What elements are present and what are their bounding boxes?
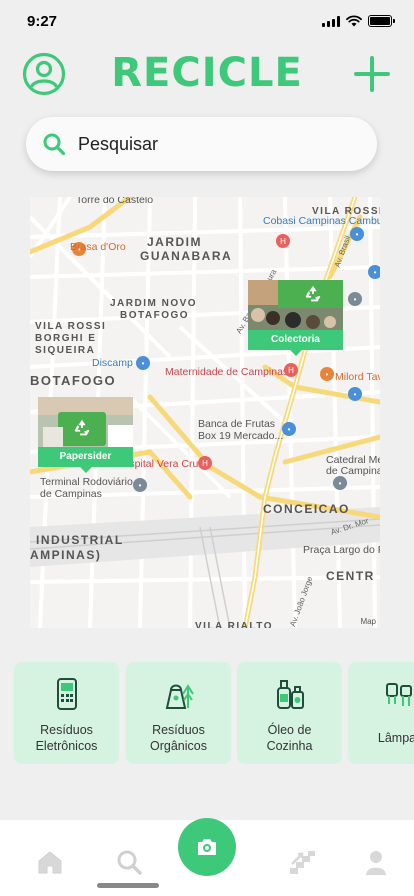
recycle-icon <box>74 419 90 436</box>
category-label: Resíduos Eletrônicos <box>35 723 98 753</box>
battery-icon <box>368 15 395 27</box>
status-time: 9:27 <box>27 13 58 30</box>
category-card-lamp[interactable]: Lâmpad <box>348 662 414 764</box>
marker-tail <box>79 467 92 473</box>
place-pin-icon[interactable]: • <box>348 292 362 306</box>
map-poi-banca: Banca de Frutas <box>198 418 276 430</box>
category-card-oil[interactable]: Óleo de Cozinha <box>237 662 342 764</box>
recycle-icon <box>305 285 321 302</box>
map-marker-papersider[interactable]: Papersider <box>38 397 133 473</box>
search-input[interactable] <box>78 133 338 155</box>
marker-tail <box>289 350 302 356</box>
stairs-icon[interactable] <box>288 848 316 876</box>
plus-icon[interactable] <box>354 56 390 92</box>
map-label: BOTAFOGO <box>30 373 117 388</box>
category-label: Resíduos Orgânicos <box>150 723 207 753</box>
map-attribution: Map <box>360 617 376 626</box>
map-poi-torre: Torre do Castelo <box>76 197 154 206</box>
map-poi-maternidade: Maternidade de Campinas <box>165 366 289 378</box>
hospital-pin-icon[interactable]: H <box>276 234 290 248</box>
hospital-pin-icon[interactable]: H <box>198 456 212 470</box>
map-label: JARDIM <box>147 235 203 249</box>
map-poi-cobasi: Cobasi Campinas Cambuí <box>263 215 380 227</box>
app-title: RECICLE <box>111 50 303 96</box>
camera-icon <box>198 839 216 855</box>
map-poi-discamp: Discamp <box>92 357 133 369</box>
category-row[interactable]: Resíduos Eletrônicos Resíduos Orgânicos Ól… <box>14 662 414 766</box>
organic-icon <box>165 684 194 709</box>
shop-pin-icon[interactable]: • <box>282 422 296 436</box>
shop-pin-icon[interactable]: • <box>368 265 380 279</box>
map-label: CONCEICAO <box>263 502 350 516</box>
home-icon[interactable] <box>36 848 64 876</box>
map-poi-praca: Praça Largo do Pa <box>303 544 380 556</box>
marker-photo <box>38 397 133 447</box>
status-icons <box>322 15 395 27</box>
person-icon[interactable] <box>362 848 390 876</box>
map-poi-brasa: Brasa d'Oro <box>70 241 126 253</box>
electronics-icon <box>56 678 77 710</box>
map-poi-terminal: Terminal Rodoviário <box>40 476 133 488</box>
map-label: VILA RIALTO <box>195 621 273 628</box>
search-icon[interactable] <box>115 848 143 876</box>
marker-photo <box>248 280 343 330</box>
map-marker-colectoria[interactable]: Colectoria <box>248 280 343 356</box>
oil-bottle-icon <box>276 680 304 709</box>
shop-pin-icon[interactable]: • <box>136 356 150 370</box>
category-label: Lâmpad <box>377 731 414 745</box>
signal-icon <box>322 15 340 27</box>
place-pin-icon[interactable]: • <box>333 476 347 490</box>
wifi-icon <box>346 15 362 27</box>
search-icon <box>43 133 66 156</box>
map-label: SIQUEIRA <box>35 345 96 356</box>
search-bar[interactable] <box>26 117 377 171</box>
restaurant-pin-icon[interactable]: • <box>320 367 334 381</box>
category-card-electronics[interactable]: Resíduos Eletrônicos <box>14 662 119 764</box>
category-label: Óleo de Cozinha <box>266 723 313 753</box>
map-label: CENTR <box>326 569 375 583</box>
map[interactable]: JARDIM GUANABARA JARDIM NOVO BOTAFOGO VI… <box>30 197 380 628</box>
shop-pin-icon[interactable]: • <box>348 387 362 401</box>
place-pin-icon[interactable]: • <box>133 478 147 492</box>
map-poi-banca: Box 19 Mercado... <box>198 430 284 442</box>
map-poi-terminal: de Campinas <box>40 488 102 500</box>
map-label: AMPINAS) <box>30 548 102 562</box>
home-indicator <box>97 883 159 888</box>
camera-button[interactable] <box>178 818 236 876</box>
map-poi-milord: Milord Tav <box>335 371 380 383</box>
map-label: BOTAFOGO <box>120 310 190 321</box>
shop-pin-icon[interactable]: • <box>350 227 364 241</box>
status-bar: 9:27 <box>0 0 414 44</box>
hospital-pin-icon[interactable]: H <box>284 363 298 377</box>
lamp-icon <box>385 683 412 706</box>
marker-label: Colectoria <box>248 330 343 350</box>
map-poi-catedral: de Campinas <box>326 465 380 477</box>
marker-label: Papersider <box>38 447 133 467</box>
category-card-organic[interactable]: Resíduos Orgânicos <box>126 662 231 764</box>
map-label: GUANABARA <box>140 249 233 263</box>
map-label: INDUSTRIAL <box>36 533 124 547</box>
